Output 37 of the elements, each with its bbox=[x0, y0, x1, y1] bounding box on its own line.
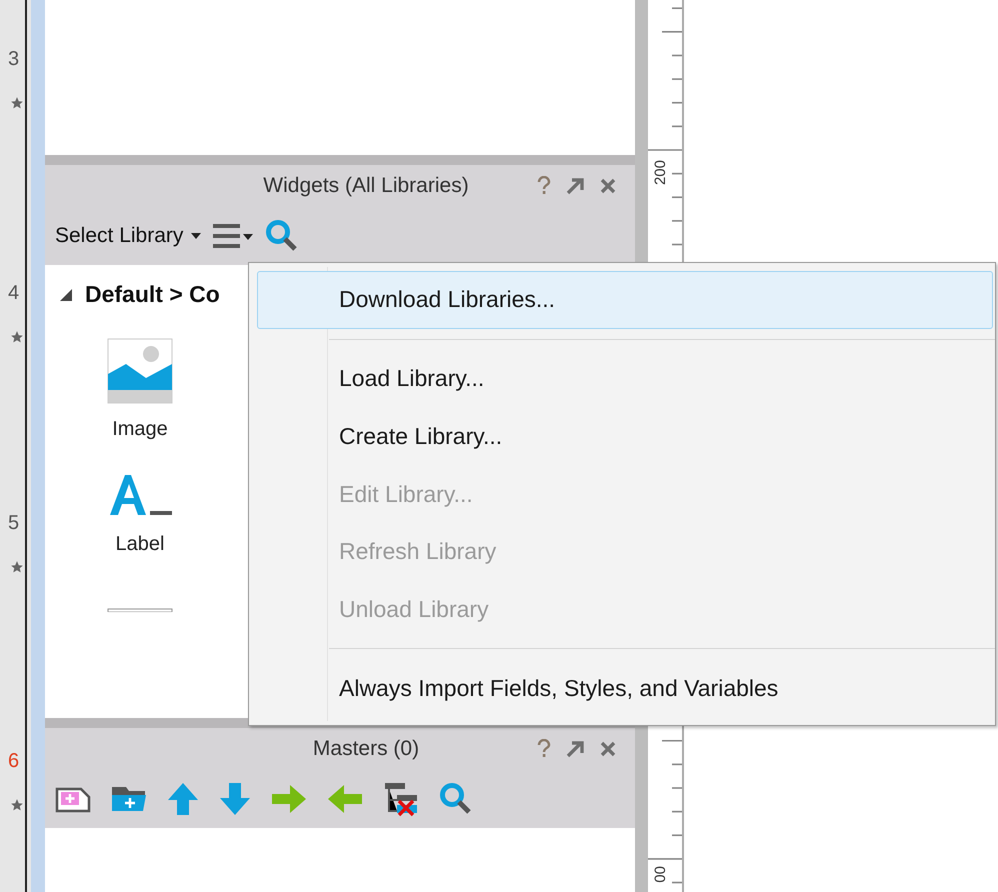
ruler-number: 4 bbox=[8, 282, 20, 305]
widget-icon bbox=[107, 608, 173, 612]
ruler-number: 3 bbox=[8, 48, 20, 71]
down-arrow-button[interactable] bbox=[219, 782, 251, 816]
ruler-number: 00 bbox=[652, 866, 669, 883]
pop-out-button[interactable] bbox=[565, 739, 585, 759]
widget-label: Image bbox=[112, 418, 168, 441]
search-button[interactable] bbox=[439, 782, 473, 816]
ruler-number: 5 bbox=[8, 512, 20, 535]
search-button[interactable] bbox=[265, 219, 300, 253]
up-arrow-button[interactable] bbox=[167, 782, 199, 816]
close-button[interactable] bbox=[599, 740, 617, 758]
add-folder-button[interactable] bbox=[111, 785, 147, 813]
add-page-button[interactable] bbox=[55, 785, 91, 813]
panel-title: Masters (0) bbox=[312, 737, 420, 761]
star-icon bbox=[10, 798, 24, 812]
help-button[interactable] bbox=[537, 176, 551, 196]
library-tree-heading[interactable]: Default > Co bbox=[85, 281, 220, 308]
select-library-dropdown[interactable]: Select Library bbox=[55, 224, 202, 248]
menu-item[interactable]: Create Library... bbox=[257, 407, 993, 466]
caret-icon bbox=[191, 233, 202, 239]
panel-title: Widgets (All Libraries) bbox=[262, 174, 470, 198]
image-icon bbox=[107, 338, 173, 404]
star-icon bbox=[10, 330, 24, 344]
help-button[interactable] bbox=[537, 739, 551, 759]
menu-item[interactable]: Download Libraries... bbox=[257, 271, 993, 329]
menu-item[interactable]: Always Import Fields, Styles, and Variables bbox=[257, 659, 993, 718]
close-button[interactable] bbox=[599, 177, 617, 195]
menu-item[interactable]: Load Library... bbox=[257, 350, 993, 408]
widget-label: Label bbox=[116, 533, 164, 556]
delete-tree-button[interactable] bbox=[383, 781, 419, 817]
ruler-number: 200 bbox=[652, 160, 669, 186]
pop-out-button[interactable] bbox=[565, 176, 585, 196]
ruler-number: 6 bbox=[8, 750, 20, 773]
star-icon bbox=[10, 96, 24, 110]
menu-dropdown-button[interactable] bbox=[213, 223, 254, 249]
star-icon bbox=[10, 560, 24, 574]
